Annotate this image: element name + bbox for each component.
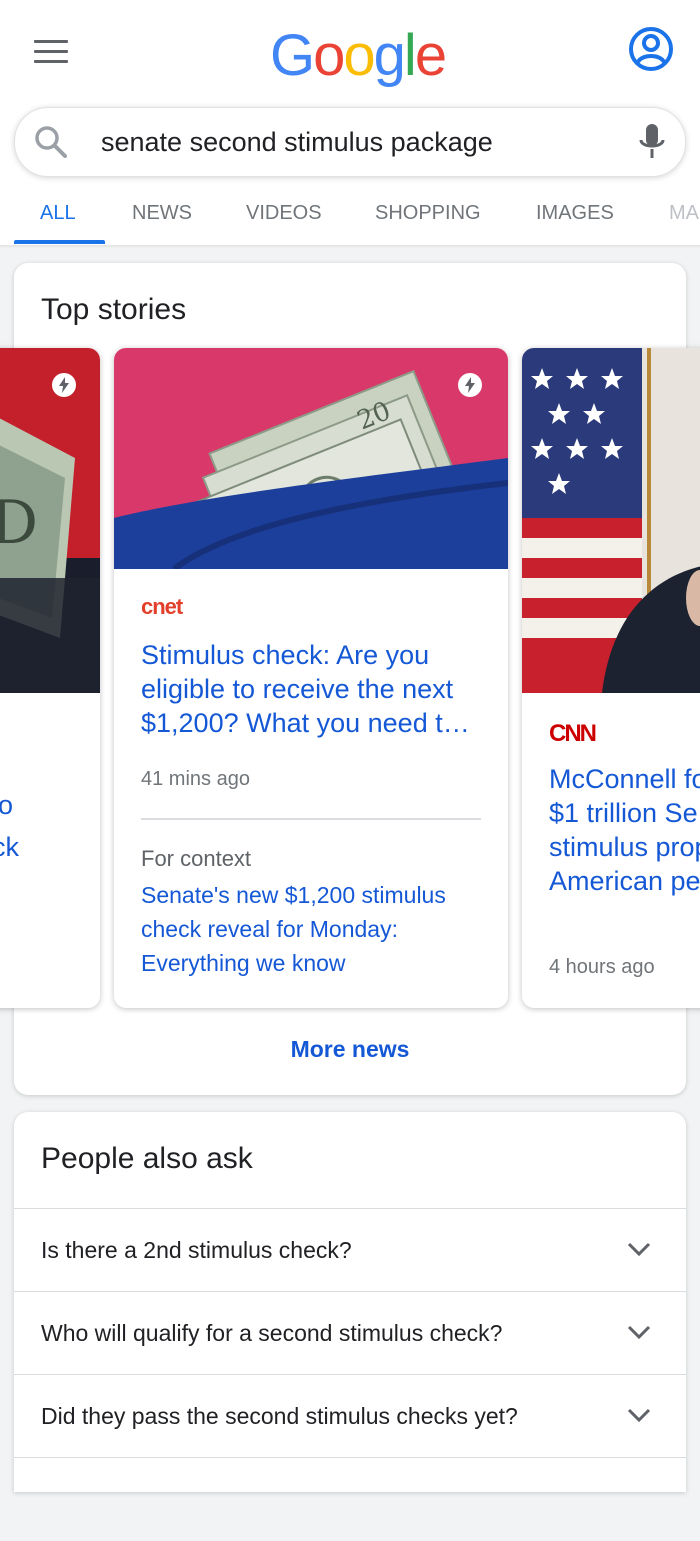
tab-all[interactable]: ALL: [40, 202, 76, 225]
amp-lightning-icon: [52, 373, 76, 397]
tab-news[interactable]: NEWS: [132, 202, 192, 225]
tab-videos[interactable]: VIDEOS: [246, 202, 322, 225]
people-also-ask-title: People also ask: [41, 1142, 253, 1175]
paa-question-row[interactable]: Is there a 2nd stimulus check?: [14, 1208, 686, 1292]
people-also-ask-card: People also ask Is there a 2nd stimulus …: [14, 1112, 686, 1492]
story-headline-left-fragment-1[interactable]: o: [0, 788, 13, 822]
top-stories-title: Top stories: [41, 293, 187, 326]
logo-letter: e: [414, 23, 447, 88]
search-icon[interactable]: [33, 124, 69, 160]
chevron-down-icon[interactable]: [626, 1405, 652, 1425]
more-news-link[interactable]: More news: [0, 1036, 700, 1063]
svg-text:D: D: [0, 488, 38, 558]
search-input[interactable]: senate second stimulus package: [101, 127, 493, 158]
story-image-cnn: [522, 348, 700, 693]
chevron-down-icon[interactable]: [626, 1239, 652, 1259]
search-tabs: ALL NEWS VIDEOS SHOPPING IMAGES MA: [0, 190, 700, 246]
paa-question-row[interactable]: Who will qualify for a second stimulus c…: [14, 1291, 686, 1375]
story-card-cnet[interactable]: 10 20 cnet Stimulus check: Are you eligi…: [114, 348, 508, 1008]
paa-question[interactable]: Is there a 2nd stimulus check?: [41, 1237, 352, 1264]
for-context-label: For context: [141, 846, 252, 871]
top-stories-carousel[interactable]: D o ck 10 20: [0, 348, 700, 1008]
divider: [141, 818, 481, 820]
logo-letter: o: [343, 23, 375, 88]
logo-letter: l: [403, 23, 417, 88]
tab-shopping[interactable]: SHOPPING: [375, 202, 481, 225]
story-headline-cnet[interactable]: Stimulus check: Are you eligible to rece…: [141, 638, 481, 740]
paa-question[interactable]: Did they pass the second stimulus checks…: [41, 1403, 518, 1430]
active-tab-indicator: [14, 240, 105, 244]
tab-maps[interactable]: MA: [669, 202, 699, 225]
paa-question-row[interactable]: [14, 1457, 686, 1541]
account-circle-icon[interactable]: [628, 26, 674, 72]
story-time-cnn: 4 hours ago: [549, 956, 655, 978]
story-card-left[interactable]: D o ck: [0, 348, 100, 1008]
context-link[interactable]: Senate's new $1,200 stimulus check revea…: [141, 878, 481, 980]
story-time-cnet: 41 mins ago: [141, 768, 250, 790]
story-image-left: D: [0, 348, 100, 693]
search-box[interactable]: senate second stimulus package: [14, 107, 686, 177]
story-headline-cnn[interactable]: McConnell fo $1 trillion Se stimulus pro…: [549, 762, 700, 898]
paa-question-row[interactable]: Did they pass the second stimulus checks…: [14, 1374, 686, 1458]
hamburger-menu-icon[interactable]: [34, 40, 68, 64]
logo-letter: g: [373, 23, 406, 88]
cnet-logo: cnet: [141, 594, 183, 619]
amp-lightning-icon: [458, 373, 482, 397]
google-logo[interactable]: Google: [270, 22, 447, 89]
tab-images[interactable]: IMAGES: [536, 202, 614, 225]
paa-question[interactable]: Who will qualify for a second stimulus c…: [41, 1320, 502, 1347]
logo-letter: o: [313, 23, 345, 88]
header-shadow: [0, 245, 700, 248]
chevron-down-icon[interactable]: [626, 1322, 652, 1342]
story-image-cnet: 10 20: [114, 348, 508, 569]
cnn-logo: CNN: [549, 720, 597, 747]
mic-icon[interactable]: [637, 122, 667, 162]
header: Google senate second stimulus package AL…: [0, 0, 700, 246]
logo-letter: G: [270, 23, 315, 88]
story-card-cnn[interactable]: CNN McConnell fo $1 trillion Se stimulus…: [522, 348, 700, 1008]
story-headline-left-fragment-2[interactable]: ck: [0, 830, 19, 864]
